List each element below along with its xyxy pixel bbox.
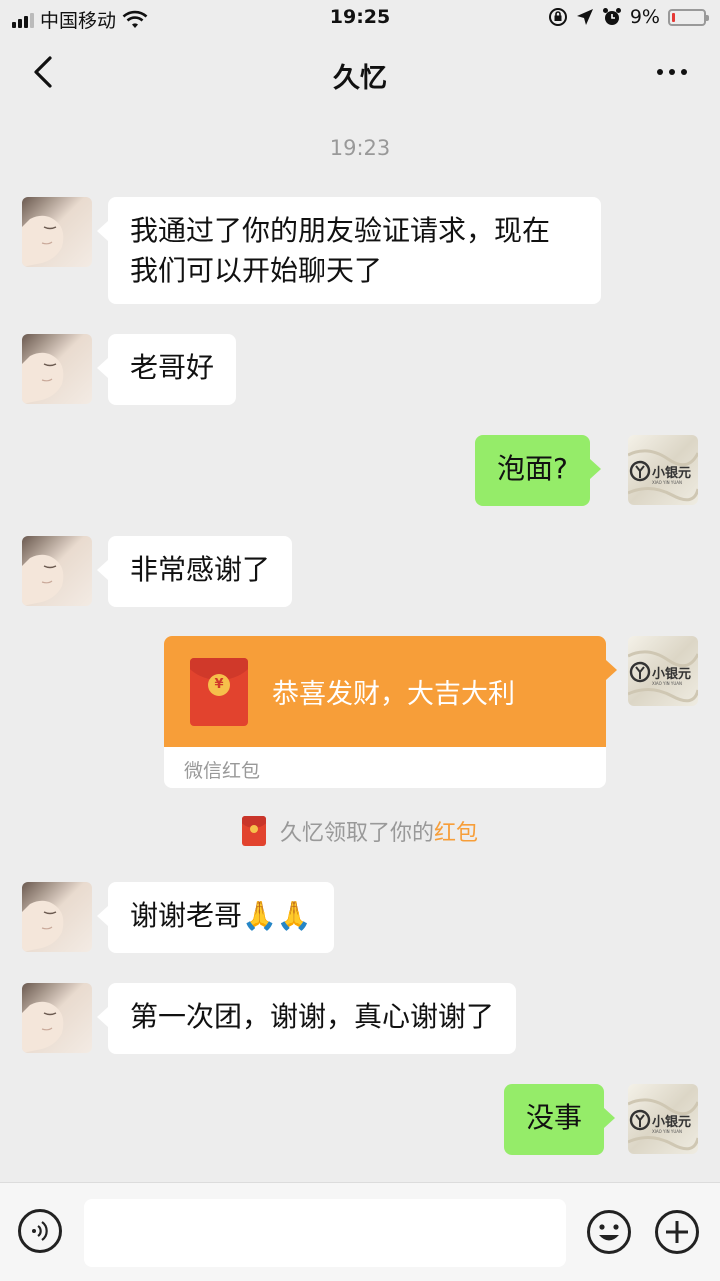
input-bar (0, 1182, 720, 1281)
more-button[interactable] (648, 54, 696, 90)
location-icon (576, 9, 593, 25)
plus-icon (655, 1210, 699, 1254)
self-avatar-logo-text: 小银元 (652, 465, 691, 481)
red-packet-header: ¥ 恭喜发财，大吉大利 (164, 636, 606, 747)
battery-icon (668, 8, 709, 26)
message-bubble[interactable]: 老哥好 (96, 334, 237, 405)
message-text: 没事 (526, 1101, 583, 1134)
message-bubble[interactable]: 第一次团，谢谢，真心谢谢了 (96, 983, 517, 1054)
contact-avatar[interactable] (22, 536, 92, 606)
red-packet-card[interactable]: ¥ 恭喜发财，大吉大利 微信红包 (164, 636, 606, 788)
red-packet-link[interactable]: 红包 (434, 821, 478, 846)
message-text: 老哥好 (130, 351, 215, 384)
orientation-lock-icon (548, 8, 567, 26)
self-avatar-logo-subtext: XIAO YIN YUAN (652, 480, 682, 485)
red-packet-coin: ¥ (208, 674, 230, 696)
contact-avatar[interactable] (22, 882, 92, 952)
self-avatar-logo-subtext: XIAO YIN YUAN (652, 681, 682, 686)
red-packet-tail (606, 660, 617, 680)
voice-icon (32, 1221, 48, 1241)
chevron-left-icon (34, 56, 52, 88)
more-actions-button[interactable] (654, 1209, 700, 1255)
message-text: 泡面? (497, 452, 568, 485)
self-avatar[interactable]: 小银元 XIAO YIN YUAN (628, 435, 698, 505)
red-packet-greeting: 恭喜发财，大吉大利 (272, 679, 515, 710)
emoji-button[interactable] (586, 1209, 632, 1255)
system-notice-text: 久忆领取了你的红包 (280, 815, 478, 847)
alarm-icon (602, 8, 621, 25)
self-avatar[interactable]: 小银元 XIAO YIN YUAN (628, 1084, 698, 1154)
self-avatar[interactable]: 小银元 XIAO YIN YUAN (628, 636, 698, 706)
message-text: 我通过了你的朋友验证请求，现在 (130, 214, 551, 247)
emoji-icon (587, 1210, 631, 1254)
self-avatar-logo-text: 小银元 (652, 1114, 691, 1130)
contact-avatar[interactable] (22, 197, 92, 267)
message-text: 第一次团，谢谢，真心谢谢了 (130, 1000, 495, 1033)
message-input[interactable] (84, 1199, 566, 1267)
status-bar: 中国移动 19:25 9% (0, 0, 720, 36)
message-bubble[interactable]: 没事 (504, 1084, 616, 1155)
status-right: 9% (548, 6, 709, 28)
message-bubble[interactable]: 我通过了你的朋友验证请求，现在 我们可以开始聊天了 (97, 197, 601, 304)
message-bubble[interactable]: 谢谢老哥🙏🙏 (97, 882, 334, 953)
back-button[interactable] (26, 52, 66, 92)
battery-fill (672, 12, 675, 22)
red-packet-small-icon (241, 816, 266, 846)
message-bubble[interactable]: 非常感谢了 (96, 536, 293, 607)
message-text: 非常感谢了 (130, 553, 271, 586)
system-notice-prefix: 久忆领取了你的 (279, 821, 434, 846)
self-avatar-logo-subtext: XIAO YIN YUAN (652, 1129, 682, 1134)
contact-avatar[interactable] (22, 983, 92, 1053)
red-packet-label: 微信红包 (184, 760, 261, 782)
self-avatar-logo-text: 小银元 (652, 666, 691, 682)
voice-button[interactable] (18, 1209, 62, 1253)
system-notice: 久忆领取了你的红包 (0, 815, 720, 847)
praying-hands-emoji: 🙏🙏 (242, 899, 312, 932)
chat-title: 久忆 (333, 63, 387, 94)
message-text: 谢谢老哥 (130, 899, 243, 932)
red-packet-icon: ¥ (190, 658, 248, 726)
contact-avatar[interactable] (22, 334, 92, 404)
message-text: 我们可以开始聊天了 (130, 254, 383, 287)
nav-bar: 久忆 (0, 36, 720, 112)
battery-percent: 9% (629, 6, 660, 28)
message-bubble[interactable]: 泡面? (475, 435, 601, 506)
chat-timestamp: 19:23 (329, 136, 391, 160)
more-icon (657, 69, 663, 75)
